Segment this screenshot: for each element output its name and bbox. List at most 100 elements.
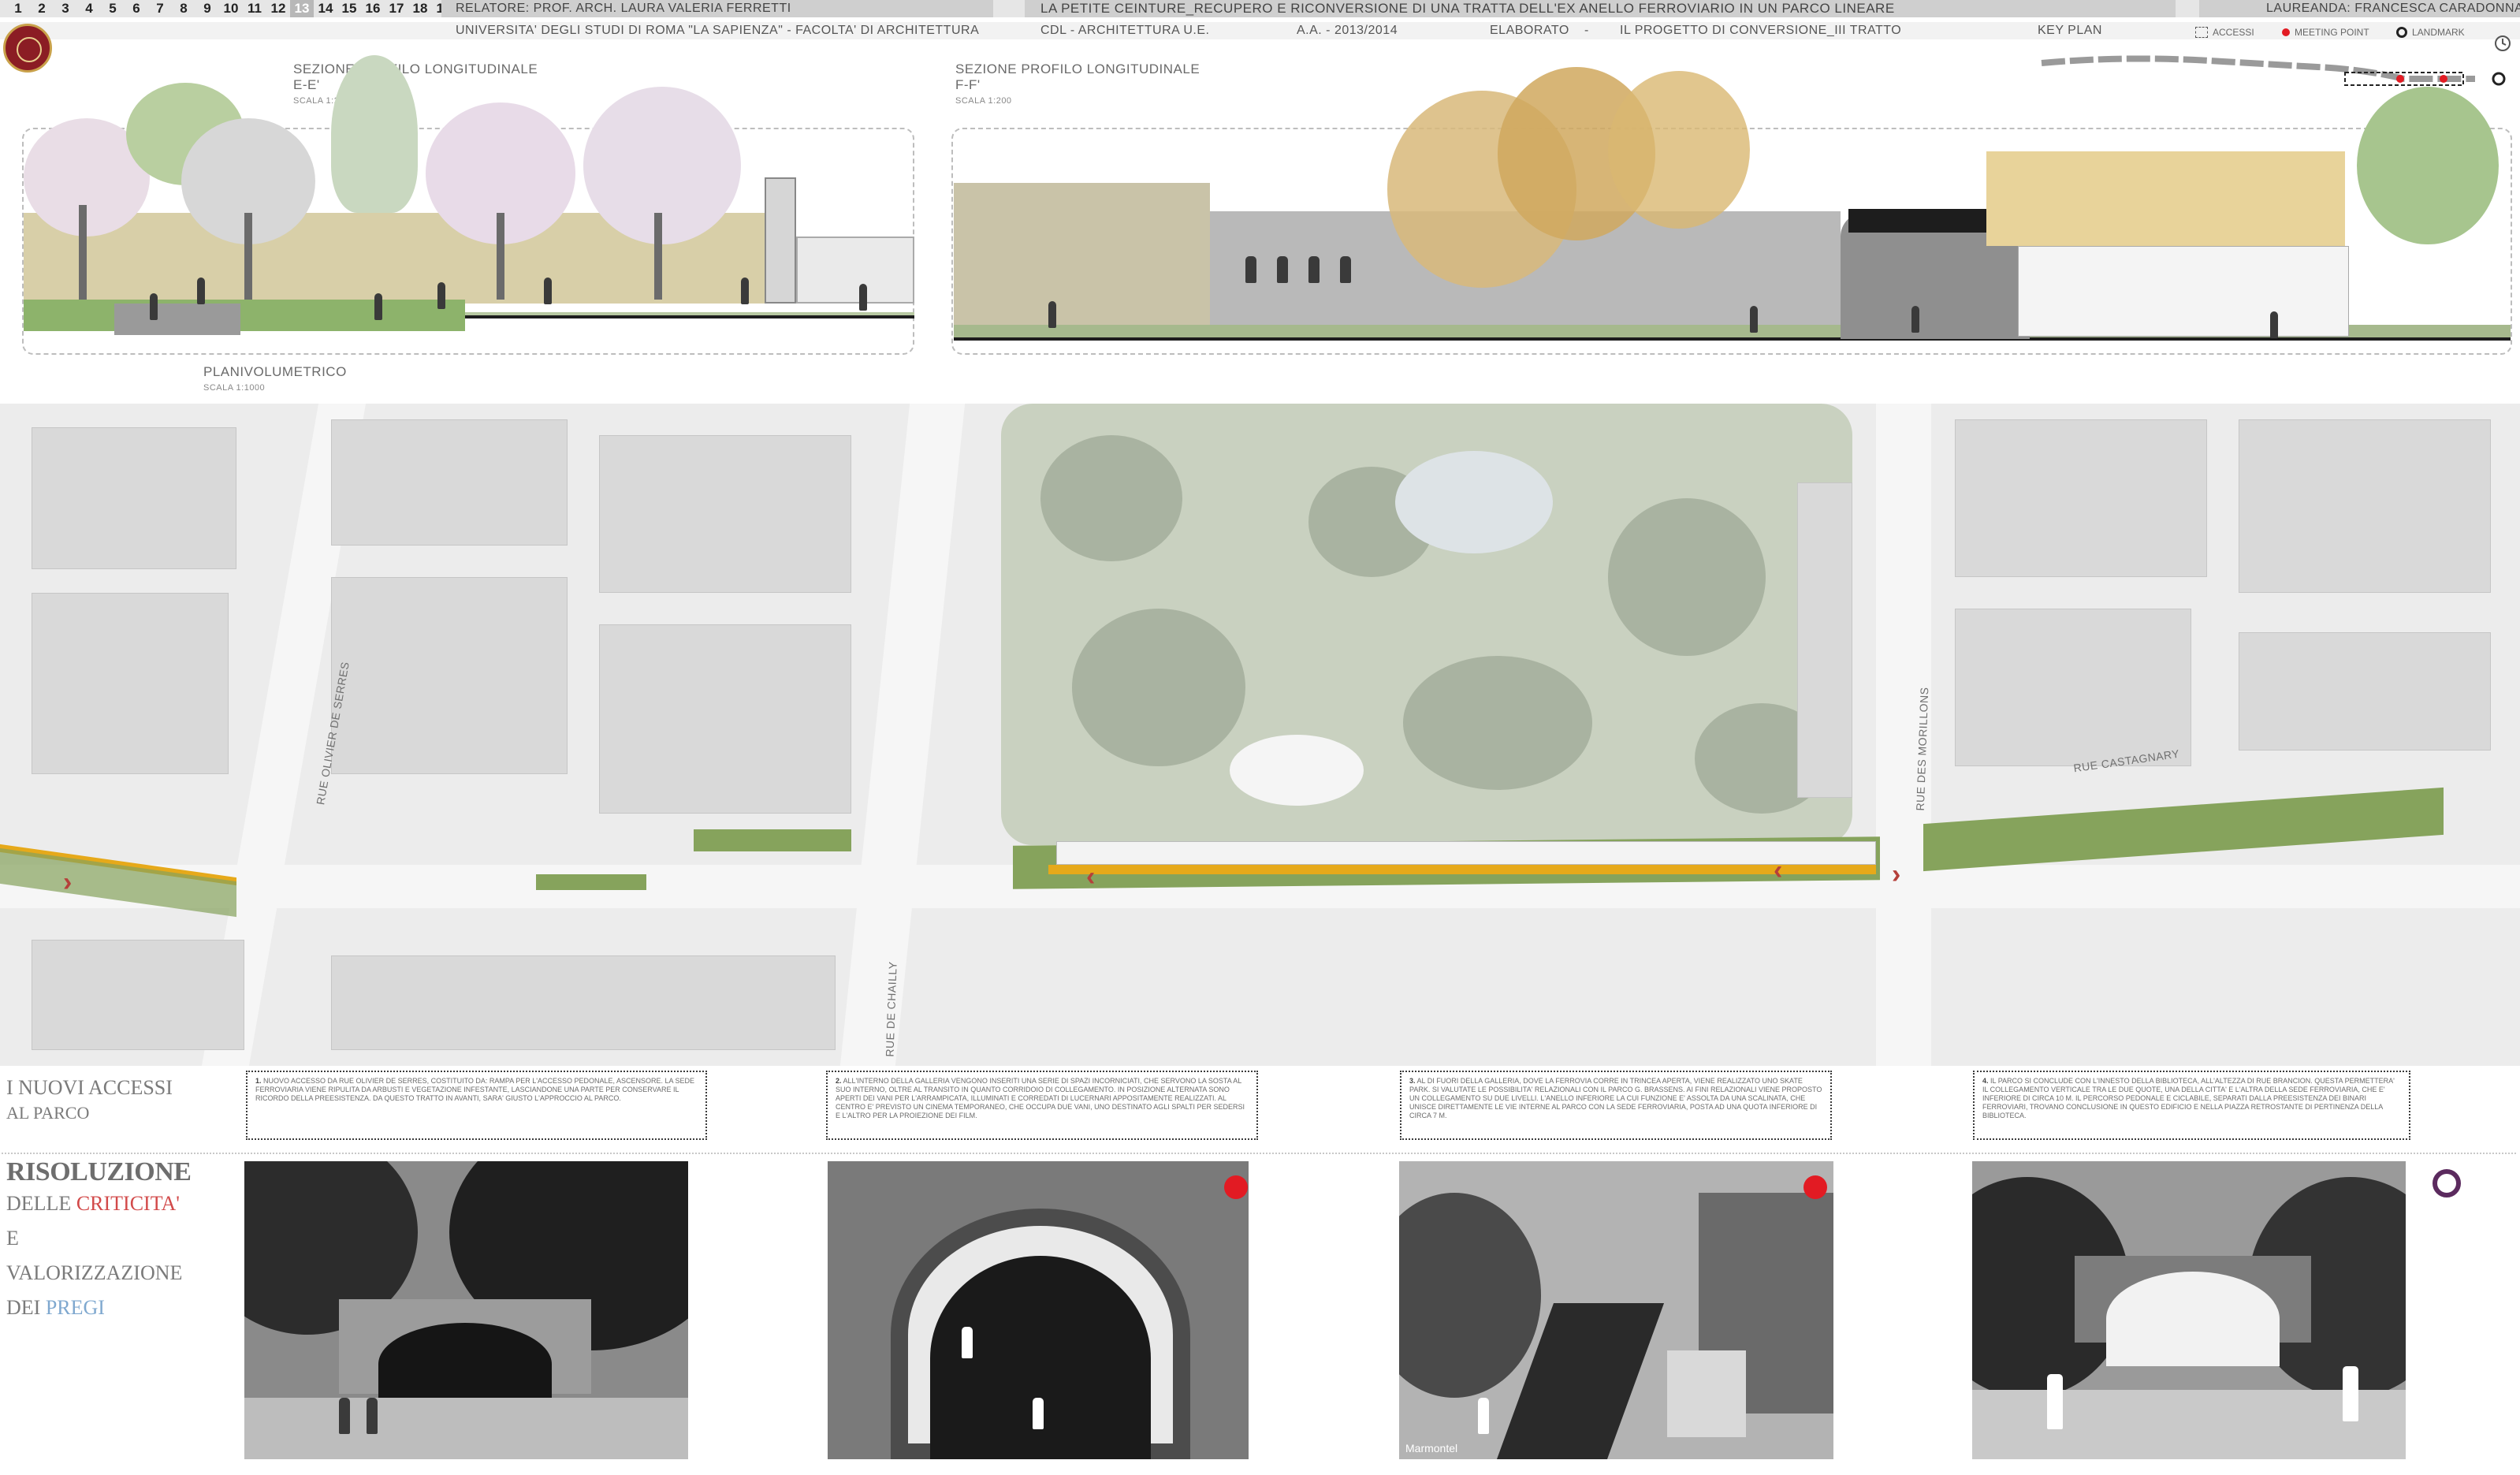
walkway: [244, 1398, 688, 1459]
tunnel-arch: [378, 1323, 552, 1406]
key-plan-label: KEY PLAN: [2038, 24, 2102, 37]
course-text: CDL - ARCHITETTURA U.E.: [1040, 24, 1210, 37]
tree-crown: [1608, 71, 1750, 229]
chevron-right-icon[interactable]: ›: [1892, 861, 1900, 888]
page-number[interactable]: 11: [243, 0, 266, 17]
tunnel-cover: [1056, 841, 1876, 865]
description-text: IL PARCO SI CONCLUDE CON L'INNESTO DELLA…: [1982, 1077, 2395, 1119]
pregi-word: PREGI: [45, 1296, 105, 1319]
page-number[interactable]: 10: [219, 0, 243, 17]
tree-trunk: [79, 205, 87, 300]
person-silhouette: [2047, 1374, 2063, 1429]
description-text: NUOVO ACCESSO DA RUE OLIVIER DE SERRES, …: [255, 1077, 695, 1102]
relatore-text: RELATORE: PROF. ARCH. LAURA VALERIA FERR…: [456, 2, 791, 15]
page-number[interactable]: 8: [172, 0, 195, 17]
e-word: E: [6, 1227, 19, 1250]
skate-ramp: [1667, 1350, 1746, 1437]
divider: [2, 1153, 2516, 1154]
meeting-point-icon: [1224, 1175, 1248, 1199]
tree-cluster: [1040, 435, 1182, 561]
landmark-icon: [2433, 1169, 2461, 1198]
description-box-4: 4. IL PARCO SI CONCLUDE CON L'INNESTO DE…: [1973, 1071, 2410, 1140]
photo-credit: Marmontel: [1405, 1442, 1458, 1455]
legend-meeting-point: MEETING POINT: [2282, 27, 2369, 38]
page-navigation: 1 2 3 4 5 6 7 8 9 10 11 12 13 14 15 16 1…: [6, 0, 479, 17]
tree-trunk: [654, 213, 662, 300]
risoluzione-heading: RISOLUZIONE: [6, 1157, 192, 1186]
building-block: [331, 419, 568, 546]
description-number: 2.: [836, 1077, 842, 1085]
legend-meeting-label: MEETING POINT: [2295, 27, 2369, 38]
university-seal-icon: [3, 24, 52, 73]
page-number[interactable]: 9: [195, 0, 219, 17]
risoluzione-block: RISOLUZIONE DELLE CRITICITA' E VALORIZZA…: [6, 1157, 192, 1320]
page-number[interactable]: 5: [101, 0, 125, 17]
nuovi-accessi-line2: AL PARCO: [6, 1103, 90, 1123]
linear-park-hedge: [536, 874, 646, 890]
page-number[interactable]: 1: [6, 0, 30, 17]
chevron-left-icon[interactable]: ‹: [1086, 863, 1095, 890]
building-block: [32, 940, 244, 1050]
page-number-current[interactable]: 13: [290, 0, 314, 17]
header-top-bar: 1 2 3 4 5 6 7 8 9 10 11 12 13 14 15 16 1…: [0, 0, 2520, 17]
building-block: [331, 955, 836, 1050]
person-silhouette: [367, 1398, 378, 1434]
elaborato-dash: -: [1584, 24, 1589, 37]
chevron-right-icon[interactable]: ›: [63, 869, 72, 896]
description-box-1: 1. NUOVO ACCESSO DA RUE OLIVIER DE SERRE…: [246, 1071, 707, 1140]
person-silhouette: [859, 284, 867, 311]
person-silhouette: [1245, 256, 1256, 283]
person-silhouette: [339, 1398, 350, 1434]
page-number[interactable]: 4: [77, 0, 101, 17]
description-number: 1.: [255, 1077, 262, 1085]
building-block: [1955, 419, 2207, 577]
description-box-3: 3. AL DI FUORI DELLA GALLERIA, DOVE LA F…: [1400, 1071, 1832, 1140]
page-number[interactable]: 2: [30, 0, 54, 17]
photo-1-bridge-entrance: [244, 1161, 688, 1459]
project-text: IL PROGETTO DI CONVERSIONE_III TRATTO: [1620, 24, 1902, 37]
plan-title: PLANIVOLUMETRICO: [203, 364, 347, 379]
page-number[interactable]: 14: [314, 0, 337, 17]
description-box-2: 2. ALL'INTERNO DELLA GALLERIA VENGONO IN…: [826, 1071, 1258, 1140]
person-silhouette: [1033, 1398, 1044, 1429]
linear-park-hedge: [1923, 787, 2444, 872]
page-number[interactable]: 18: [408, 0, 432, 17]
site-plan-map: › ‹ ‹ › RUE OLIVIER DE SERRES RUE DE CHA…: [0, 404, 2520, 1066]
library-arch: [2106, 1272, 2280, 1366]
page-number[interactable]: 17: [385, 0, 408, 17]
legend-landmark: LANDMARK: [2396, 27, 2465, 38]
page-number[interactable]: 16: [361, 0, 385, 17]
page-number[interactable]: 6: [125, 0, 148, 17]
section-ff-scale: SCALA 1:200: [955, 96, 1012, 106]
linear-park-hedge: [694, 829, 851, 851]
nuovi-accessi-title: I NUOVI ACCESSI AL PARCO: [6, 1076, 173, 1123]
clock-icon: [2495, 35, 2511, 51]
person-silhouette: [2343, 1366, 2358, 1421]
plan-label: PLANIVOLUMETRICO SCALA 1:1000: [203, 364, 347, 396]
tree-crown: [2357, 87, 2499, 244]
stone-block: [114, 304, 240, 335]
legend-accessi-label: ACCESSI: [2213, 27, 2254, 38]
climber-silhouette: [962, 1327, 973, 1358]
person-silhouette: [1308, 256, 1320, 283]
person-silhouette: [2270, 311, 2278, 338]
section-ff-code: F-F': [955, 77, 981, 92]
page-number[interactable]: 15: [337, 0, 361, 17]
header-second-bar: UNIVERSITA' DEGLI STUDI DI ROMA "LA SAPI…: [0, 22, 2520, 39]
chevron-left-icon[interactable]: ‹: [1774, 857, 1782, 884]
legend-landmark-label: LANDMARK: [2412, 27, 2465, 38]
description-number: 3.: [1409, 1077, 1416, 1085]
tree-crown: [331, 55, 418, 213]
dei-word: DEI: [6, 1296, 41, 1319]
tree-cluster: [1403, 656, 1592, 790]
tree-crown: [1399, 1193, 1541, 1398]
elaborato-label: ELABORATO: [1490, 24, 1569, 37]
page-number[interactable]: 7: [148, 0, 172, 17]
person-silhouette: [1911, 306, 1919, 333]
page-number[interactable]: 12: [266, 0, 290, 17]
ramp-structure: [796, 237, 914, 304]
building-block: [599, 435, 851, 593]
elevator-tower: [765, 177, 796, 304]
page-number[interactable]: 3: [54, 0, 77, 17]
building-block: [32, 427, 236, 569]
